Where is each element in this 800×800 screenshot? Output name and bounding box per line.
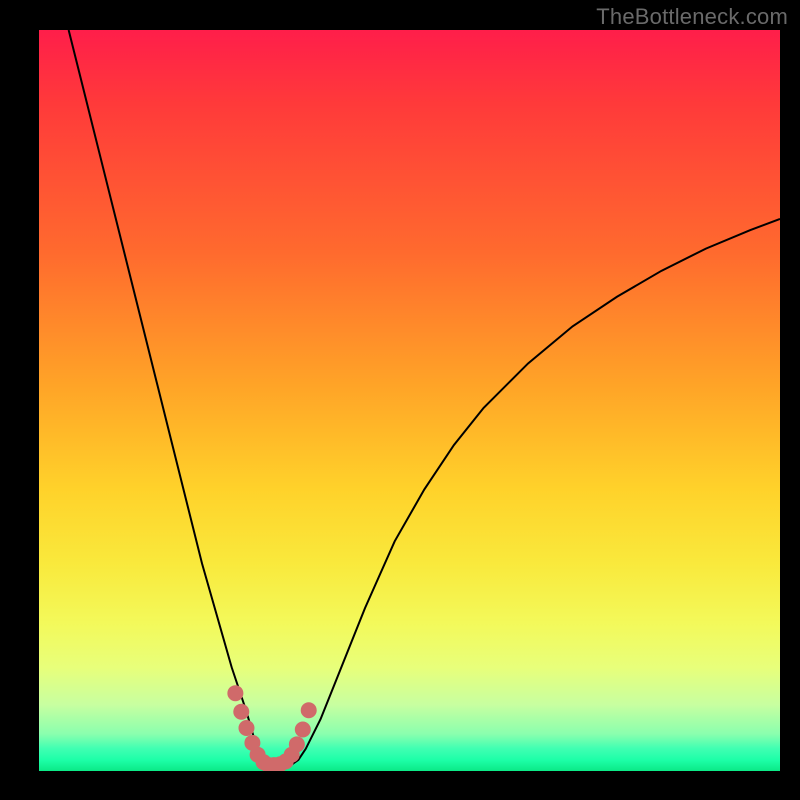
left-curve: [69, 30, 284, 767]
plot-area: [39, 30, 780, 771]
watermark-text: TheBottleneck.com: [596, 4, 788, 30]
valley-marker: [295, 722, 311, 738]
valley-marker: [238, 720, 254, 736]
right-curve: [284, 219, 780, 767]
outer-frame: TheBottleneck.com: [0, 0, 800, 800]
chart-svg: [39, 30, 780, 771]
valley-markers: [227, 685, 316, 771]
valley-marker: [233, 704, 249, 720]
valley-marker: [227, 685, 243, 701]
valley-marker: [301, 702, 317, 718]
valley-marker: [289, 736, 305, 752]
